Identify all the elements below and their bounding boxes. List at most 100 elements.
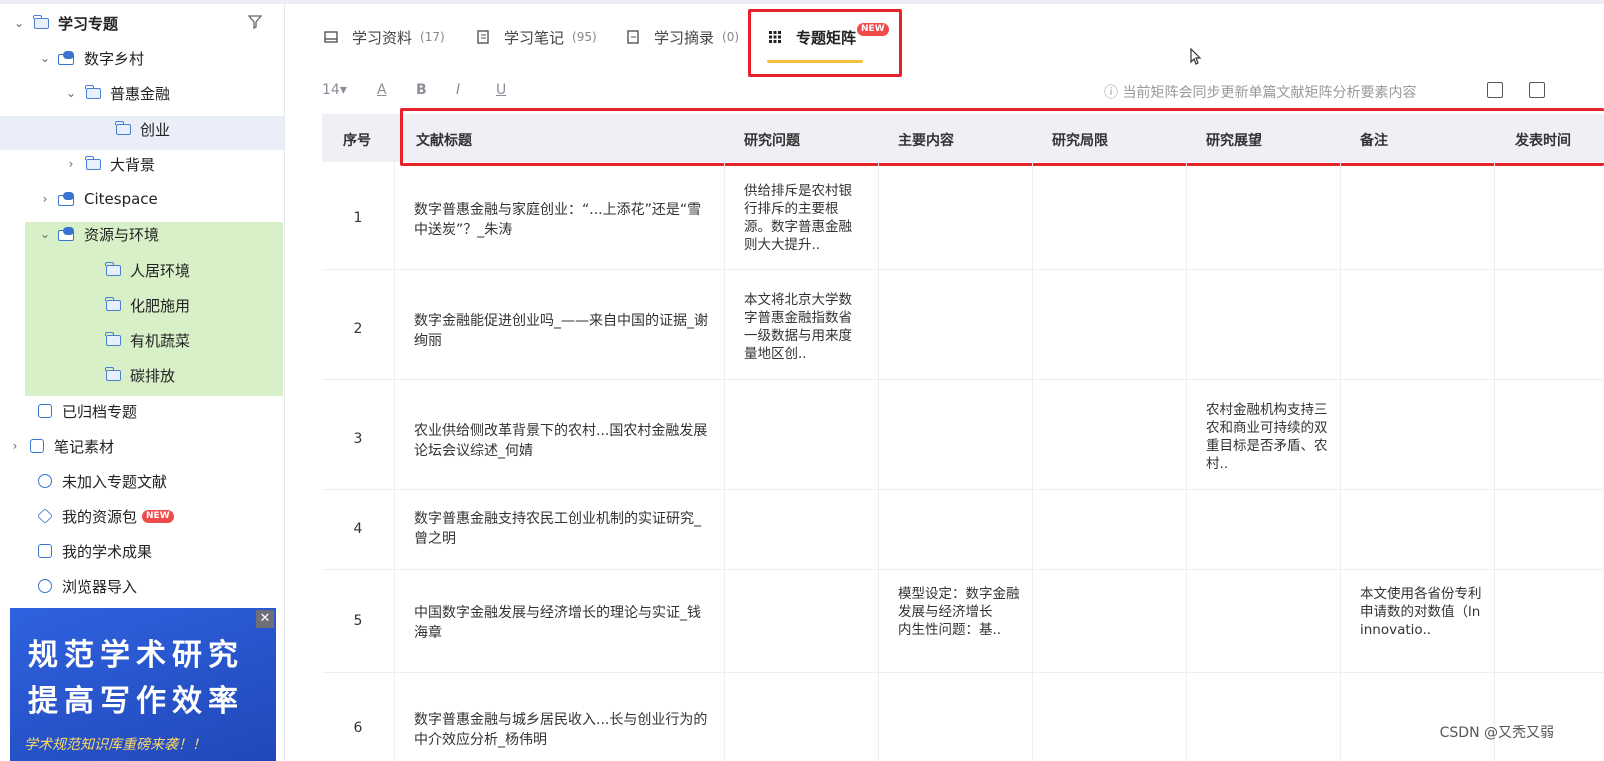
row-question[interactable]: 供给排斥是农村银行排斥的主要根源。数字普惠金融则大大提升.. [744, 182, 862, 254]
format-toolbar: 14▾ A B I U ⓘ 当前矩阵会同步更新单篇文献矩阵分析要素内容 [286, 72, 1604, 110]
chevron-down-icon: ⌄ [13, 16, 25, 30]
archive-icon [36, 404, 54, 418]
underline-button[interactable]: U [496, 82, 506, 98]
row-remark[interactable]: 本文使用各省份专利申请数的对数值（lninnovatio.. [1360, 585, 1482, 639]
font-size-select[interactable]: 14▾ [322, 82, 347, 98]
font-color-button[interactable]: A [377, 82, 387, 98]
document-icon [36, 544, 54, 558]
row-title[interactable]: 中国数字金融发展与经济增长的理论与实证_钱海章 [414, 603, 714, 643]
row-seq: 5 [353, 613, 363, 629]
column-settings-icon[interactable] [1529, 82, 1545, 98]
tab-bar: 学习资料 (17) 学习笔记 (95) 学习摘录 (0) 专题矩阵 NEW [286, 4, 1604, 77]
row-seq: 2 [353, 321, 363, 337]
sidebar-item-unassigned-literature[interactable]: 未加入专题文献 [0, 464, 300, 498]
chevron-down-icon: ⌄ [39, 227, 51, 241]
italic-button[interactable]: I [456, 82, 460, 98]
browser-icon [36, 579, 54, 593]
promo-banner[interactable]: 规范学术研究 提高写作效率 学术规范知识库重磅来袭！！ ✕ [10, 608, 276, 761]
sidebar-item-label: 大背景 [110, 155, 156, 174]
export-icon[interactable] [1487, 82, 1503, 98]
row-title[interactable]: 数字金融能促进创业吗_——来自中国的证据_谢绚丽 [414, 311, 714, 351]
cloud-folder-icon [58, 192, 76, 206]
table-row[interactable]: 6 数字普惠金融与城乡居民收入...长与创业行为的中介效应分析_杨伟明 [322, 672, 1604, 761]
chevron-right-icon: › [12, 439, 18, 453]
sync-notice: ⓘ 当前矩阵会同步更新单篇文献矩阵分析要素内容 [1104, 85, 1417, 101]
mouse-cursor-icon [1190, 47, 1202, 66]
table-body: 1 数字普惠金融与家庭创业：“...上添花”还是“雪中送炭”？_朱涛 供给排斥是… [322, 162, 1604, 761]
table-row[interactable]: 5 中国数字金融发展与经济增长的理论与实证_钱海章 模型设定：数字金融发展与经济… [322, 569, 1604, 672]
folder-icon [104, 296, 122, 312]
row-title[interactable]: 数字普惠金融与家庭创业：“...上添花”还是“雪中送炭”？_朱涛 [414, 200, 714, 240]
sidebar-item-browser-import[interactable]: 浏览器导入 [0, 569, 300, 603]
sidebar-item-label: 浏览器导入 [62, 577, 138, 596]
chevron-right-icon: › [68, 157, 74, 171]
sidebar-item-label: 笔记素材 [54, 437, 115, 456]
sidebar-item-label: 数字乡村 [84, 49, 145, 68]
sidebar-item-archived[interactable]: 已归档专题 [0, 394, 300, 428]
row-content[interactable]: 模型设定：数字金融发展与经济增长 内生性问题：基.. [898, 585, 1020, 639]
cloud-folder-icon [58, 51, 76, 65]
row-title[interactable]: 数字普惠金融与城乡居民收入...长与创业行为的中介效应分析_杨伟明 [414, 710, 714, 750]
table-row[interactable]: 1 数字普惠金融与家庭创业：“...上添花”还是“雪中送炭”？_朱涛 供给排斥是… [322, 162, 1604, 269]
row-seq: 4 [353, 521, 363, 537]
sidebar-item-resource-package[interactable]: 我的资源包 NEW [0, 499, 300, 533]
folder-icon [32, 14, 50, 30]
sidebar-item-citespace[interactable]: › Citespace [0, 182, 322, 216]
book-icon [324, 30, 338, 44]
banner-line-2: 提高写作效率 [28, 684, 244, 719]
note-icon [28, 439, 46, 453]
row-seq: 6 [353, 720, 363, 736]
sidebar-item-academic-achievements[interactable]: 我的学术成果 [0, 534, 300, 568]
folder-icon [104, 366, 122, 382]
folder-icon [114, 120, 132, 136]
banner-line-1: 规范学术研究 [28, 638, 244, 673]
banner-line-3: 学术规范知识库重磅来袭！！ [24, 737, 206, 753]
sidebar-item-label: 未加入专题文献 [62, 472, 168, 491]
table-row[interactable]: 3 农业供给侧改革背景下的农村...国农村金融发展论坛会议综述_何婧 农村金融机… [322, 379, 1604, 489]
sidebar-item-label: 我的资源包 [62, 507, 138, 526]
row-title[interactable]: 数字普惠金融支持农民工创业机制的实证研究_曾之明 [414, 509, 714, 549]
sidebar-item-label: Citespace [84, 190, 158, 208]
highlight-box-header [400, 108, 1604, 166]
excerpt-icon [626, 30, 640, 44]
sidebar-item-label: 学习专题 [58, 14, 119, 33]
chevron-right-icon: › [42, 192, 48, 206]
close-icon[interactable]: ✕ [256, 610, 274, 628]
watermark: CSDN @又秃又弱 [1439, 725, 1554, 741]
tab-study-notes[interactable]: 学习笔记 (95) [476, 26, 597, 48]
tab-study-materials[interactable]: 学习资料 (17) [324, 26, 445, 48]
sidebar-item-label: 我的学术成果 [62, 542, 153, 561]
row-title[interactable]: 农业供给侧改革背景下的农村...国农村金融发展论坛会议综述_何婧 [414, 421, 714, 461]
table-row[interactable]: 4 数字普惠金融支持农民工创业机制的实证研究_曾之明 [322, 489, 1604, 569]
layers-icon [36, 508, 54, 524]
sidebar-item-label: 创业 [140, 120, 171, 139]
folder-icon [104, 261, 122, 277]
sidebar-item-label: 人居环境 [130, 261, 191, 280]
sidebar-item-study-topics[interactable]: ⌄ 学习专题 [0, 6, 296, 40]
sidebar-item-note-materials[interactable]: › 笔记素材 [0, 429, 292, 463]
row-question[interactable]: 本文将北京大学数字普惠金融指数省一级数据与用来度量地区创.. [744, 291, 862, 363]
cloud-folder-icon [58, 227, 76, 241]
sidebar-item-label: 资源与环境 [84, 225, 160, 244]
sidebar-item-label: 普惠金融 [110, 84, 171, 103]
tab-study-excerpts[interactable]: 学习摘录 (0) [626, 26, 739, 48]
notebook-icon [476, 30, 490, 44]
clock-icon [36, 474, 54, 488]
sidebar-item-label: 已归档专题 [62, 402, 138, 421]
chevron-down-icon: ⌄ [39, 51, 51, 65]
highlight-box-tab [748, 9, 902, 77]
sidebar-item-resources-environment[interactable]: ⌄ 资源与环境 [0, 217, 322, 251]
sidebar-item-label: 碳排放 [130, 366, 176, 385]
header-seq: 序号 [343, 133, 371, 149]
folder-icon [84, 84, 102, 100]
table-row[interactable]: 2 数字金融能促进创业吗_——来自中国的证据_谢绚丽 本文将北京大学数字普惠金融… [322, 269, 1604, 379]
folder-icon [104, 331, 122, 347]
row-outlook[interactable]: 农村金融机构支持三农和商业可持续的双重目标是否矛盾、农村.. [1206, 401, 1328, 473]
sidebar-item-label: 化肥施用 [130, 296, 191, 315]
filter-icon[interactable] [247, 15, 263, 30]
bold-button[interactable]: B [416, 82, 427, 98]
sidebar-item-digital-village[interactable]: ⌄ 数字乡村 [0, 41, 322, 75]
row-seq: 1 [353, 210, 363, 226]
sidebar-item-label: 有机蔬菜 [130, 331, 191, 350]
folder-icon [84, 155, 102, 171]
